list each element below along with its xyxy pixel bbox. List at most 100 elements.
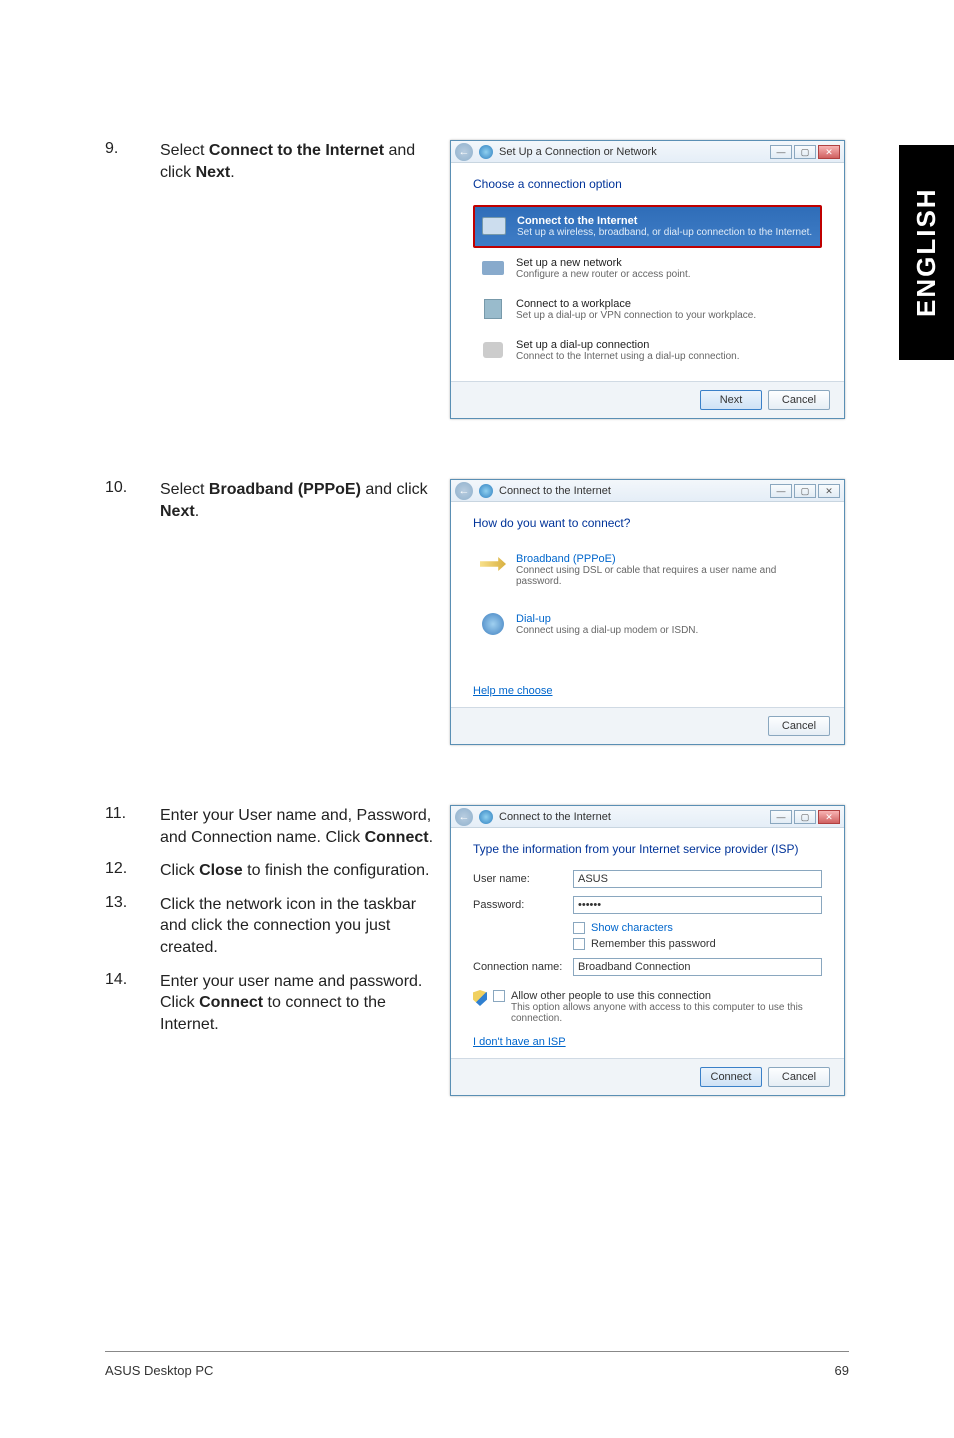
connect-button[interactable]: Connect — [700, 1067, 762, 1087]
dialog-footer: Connect Cancel — [451, 1058, 844, 1095]
dialog-body: Type the information from your Internet … — [451, 828, 844, 1058]
option-connect-internet[interactable]: Connect to the Internet Set up a wireles… — [473, 205, 822, 248]
next-button[interactable]: Next — [700, 390, 762, 410]
building-icon — [480, 298, 506, 320]
maximize-button[interactable]: ▢ — [794, 484, 816, 498]
text: Click — [160, 862, 199, 879]
option-title: Dial-up — [516, 613, 698, 625]
titlebar: ← Set Up a Connection or Network — ▢ ✕ — [451, 141, 844, 163]
username-row: User name: — [473, 870, 822, 888]
maximize-button[interactable]: ▢ — [794, 810, 816, 824]
close-button[interactable]: ✕ — [818, 810, 840, 824]
option-desc: Set up a wireless, broadband, or dial-up… — [517, 227, 812, 238]
step-number: 9. — [105, 140, 160, 158]
step-text: Select Connect to the Internet and click… — [160, 140, 430, 183]
option-new-network[interactable]: Set up a new network Configure a new rou… — [473, 248, 822, 289]
dialog-body: Choose a connection option Connect to th… — [451, 163, 844, 381]
option-desc: Set up a dial-up or VPN connection to yo… — [516, 310, 756, 321]
step-text: Select Broadband (PPPoE) and click Next. — [160, 479, 430, 522]
dialog-isp-info: ← Connect to the Internet — ▢ ✕ Type the… — [450, 805, 845, 1096]
text: . — [230, 164, 234, 181]
show-chars-label: Show characters — [591, 922, 673, 934]
option-title: Broadband (PPPoE) — [516, 553, 815, 565]
connection-name-row: Connection name: — [473, 958, 822, 976]
step-number: 11. — [105, 805, 160, 823]
footer-product: ASUS Desktop PC — [105, 1363, 213, 1378]
monitor-icon — [481, 215, 507, 237]
cancel-button[interactable]: Cancel — [768, 1067, 830, 1087]
window-controls: — ▢ ✕ — [770, 484, 840, 498]
option-workplace[interactable]: Connect to a workplace Set up a dial-up … — [473, 289, 822, 330]
option-list: Broadband (PPPoE) Connect using DSL or c… — [473, 544, 822, 645]
titlebar: ← Connect to the Internet — ▢ ✕ — [451, 480, 844, 502]
bold-text: Next — [160, 503, 195, 520]
bold-text: Connect — [365, 829, 429, 846]
cancel-button[interactable]: Cancel — [768, 390, 830, 410]
minimize-button[interactable]: — — [770, 810, 792, 824]
step-text: Click Close to finish the configuration. — [160, 860, 445, 882]
bold-text: Connect — [199, 994, 263, 1011]
main-content: 9. Select Connect to the Internet and cl… — [105, 140, 845, 1096]
username-input[interactable] — [573, 870, 822, 888]
step-number: 12. — [105, 860, 160, 878]
checkbox-icon[interactable] — [493, 990, 505, 1002]
maximize-button[interactable]: ▢ — [794, 145, 816, 159]
step-number: 10. — [105, 479, 160, 497]
close-button[interactable]: ✕ — [818, 145, 840, 159]
show-chars-row[interactable]: Show characters — [573, 922, 822, 934]
arrow-icon — [480, 553, 506, 575]
option-broadband[interactable]: Broadband (PPPoE) Connect using DSL or c… — [473, 544, 822, 596]
back-icon[interactable]: ← — [455, 482, 473, 500]
connection-name-input[interactable] — [573, 958, 822, 976]
no-isp-link[interactable]: I don't have an ISP — [473, 1036, 566, 1048]
minimize-button[interactable]: — — [770, 484, 792, 498]
password-input[interactable] — [573, 896, 822, 914]
step-text: Click the network icon in the taskbar an… — [160, 894, 445, 959]
window-title: Connect to the Internet — [499, 811, 611, 823]
window-title: Set Up a Connection or Network — [499, 146, 657, 158]
back-icon[interactable]: ← — [455, 808, 473, 826]
dialog-setup-connection: ← Set Up a Connection or Network — ▢ ✕ C… — [450, 140, 845, 419]
option-desc: Configure a new router or access point. — [516, 269, 691, 280]
window-title: Connect to the Internet — [499, 485, 611, 497]
steps-11-14-row: 11. Enter your User name and, Password, … — [105, 805, 845, 1096]
option-dialup[interactable]: Dial-up Connect using a dial-up modem or… — [473, 604, 822, 645]
allow-others-row[interactable]: Allow other people to use this connectio… — [473, 990, 822, 1024]
step-10-row: 10. Select Broadband (PPPoE) and click N… — [105, 479, 845, 745]
option-dialup[interactable]: Set up a dial-up connection Connect to t… — [473, 330, 822, 371]
steps-list: 11. Enter your User name and, Password, … — [105, 805, 430, 1047]
titlebar-left: ← Set Up a Connection or Network — [455, 143, 657, 161]
step-11-row: 11. Enter your User name and, Password, … — [105, 805, 430, 848]
bold-text: Connect to the Internet — [209, 142, 384, 159]
checkbox-icon[interactable] — [573, 922, 585, 934]
option-title: Set up a new network — [516, 257, 691, 269]
remember-row[interactable]: Remember this password — [573, 938, 822, 950]
window-controls: — ▢ ✕ — [770, 810, 840, 824]
titlebar-left: ← Connect to the Internet — [455, 482, 611, 500]
screenshot-col: ← Set Up a Connection or Network — ▢ ✕ C… — [430, 140, 845, 419]
step-13-row: 13. Click the network icon in the taskba… — [105, 894, 430, 959]
dialog-footer: Next Cancel — [451, 381, 844, 418]
screenshot-col: ← Connect to the Internet — ▢ ✕ How do y… — [430, 479, 845, 745]
option-desc: Connect using a dial-up modem or ISDN. — [516, 625, 698, 636]
back-icon[interactable]: ← — [455, 143, 473, 161]
text: Select — [160, 142, 209, 159]
minimize-button[interactable]: — — [770, 145, 792, 159]
allow-label: Allow other people to use this connectio… — [511, 990, 822, 1002]
globe-icon — [479, 145, 493, 159]
phone-icon — [480, 339, 506, 361]
step-9-row: 9. Select Connect to the Internet and cl… — [105, 140, 845, 419]
shield-icon — [473, 990, 487, 1006]
dialog-footer: Cancel — [451, 707, 844, 744]
help-link[interactable]: Help me choose — [473, 685, 553, 697]
cancel-button[interactable]: Cancel — [768, 716, 830, 736]
checkbox-icon[interactable] — [573, 938, 585, 950]
titlebar: ← Connect to the Internet — ▢ ✕ — [451, 806, 844, 828]
close-button[interactable]: ✕ — [818, 484, 840, 498]
language-tab: ENGLISH — [899, 145, 954, 360]
option-title: Connect to the Internet — [517, 215, 812, 227]
dialog-heading: How do you want to connect? — [473, 516, 822, 530]
option-desc: Connect using DSL or cable that requires… — [516, 565, 815, 587]
screenshot-col: ← Connect to the Internet — ▢ ✕ Type the… — [430, 805, 845, 1096]
footer-divider — [105, 1351, 849, 1352]
